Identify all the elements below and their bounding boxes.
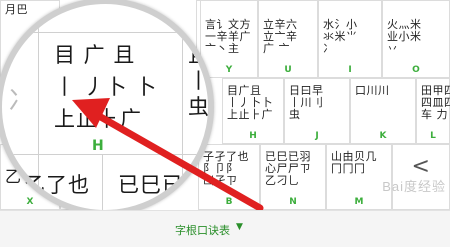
caret-down-icon[interactable]: ▼ (236, 222, 243, 232)
key-o[interactable]: 火灬米 业小米 丷 O (382, 0, 450, 78)
key-letter: O (412, 65, 420, 75)
key-j[interactable]: 日曰早 丨川刂 虫 J (284, 78, 350, 144)
key-glyphs: 目广且 丨丿卜卜 上止⺊广 (227, 84, 273, 121)
key-glyphs: 田甲四 四皿四 车 力 (421, 84, 450, 121)
key-letter: B (225, 197, 233, 207)
key-letter: M (354, 197, 364, 207)
key-glyphs: 立辛六 立亠辛 广 亠 (263, 18, 298, 55)
key-glyphs: 子孑了也 阝卩阝 凵孑ㄗ (203, 150, 249, 187)
key-h[interactable]: 目广且 丨丿卜卜 上止⺊广 H (222, 78, 284, 144)
key-k[interactable]: 口川川 K (350, 78, 416, 144)
back-arrow-icon: < (411, 154, 431, 179)
mag-row2: 丨 丿卜 卜 (54, 75, 158, 99)
key-letter: L (430, 131, 436, 141)
key-u[interactable]: 立辛六 立亠辛 广 亠 U (258, 0, 318, 78)
key-l[interactable]: 田甲四 四皿四 车 力 L (416, 78, 450, 144)
key-glyphs: 言讠文方 一辛羊广 亠丶主 (205, 18, 251, 55)
key-letter: Y (225, 65, 233, 75)
key-glyphs: 山由贝几 冂冂冂 (331, 150, 377, 175)
key-glyphs: 火灬米 业小米 丷 (387, 18, 422, 55)
key-letter: U (284, 65, 292, 75)
key-letter: K (379, 131, 387, 141)
radical-mnemonic-link[interactable]: 字根口诀表 (175, 222, 230, 238)
key-i[interactable]: 水氵小 氺米⺌ 冫 I (318, 0, 382, 78)
mag-left-fragment: 冫 (8, 86, 35, 116)
mag-right-col: 且 丨 虫 (188, 43, 210, 119)
key-glyphs: 水氵小 氺米⺌ 冫 (323, 18, 358, 55)
key-n[interactable]: 已巳已羽 心尸尸ㄗ 乙刁乚 N (260, 144, 326, 210)
key-y[interactable]: 言讠文方 一辛羊广 亠丶主 Y (200, 0, 258, 78)
mag-row3: 上止⺊广 (54, 107, 142, 131)
key-glyphs: 已巳已羽 心尸尸ㄗ 乙刁乚 (265, 150, 311, 187)
mag-bottom-right: 已巳已 (118, 173, 184, 197)
key-letter: I (348, 65, 352, 75)
mag-bottom-left: 乙了也 (24, 173, 90, 197)
key-letter: N (289, 197, 297, 207)
key-glyphs: 日曰早 丨川刂 虫 (289, 84, 324, 121)
key-glyphs: 口川川 (355, 84, 390, 97)
key-letter: H (249, 131, 257, 141)
footer-bar: 字根口诀表 ▼ (0, 210, 450, 247)
mag-letter: H (92, 138, 104, 154)
magnifier-lens: 冫 目 广 且 丨 丿卜 卜 上止⺊广 H 且 丨 虫 乙了也 已巳已 (0, 0, 214, 216)
watermark: Bai度经验 (382, 179, 446, 194)
mag-row1: 目 广 且 (54, 43, 136, 67)
key-letter: J (315, 131, 319, 141)
